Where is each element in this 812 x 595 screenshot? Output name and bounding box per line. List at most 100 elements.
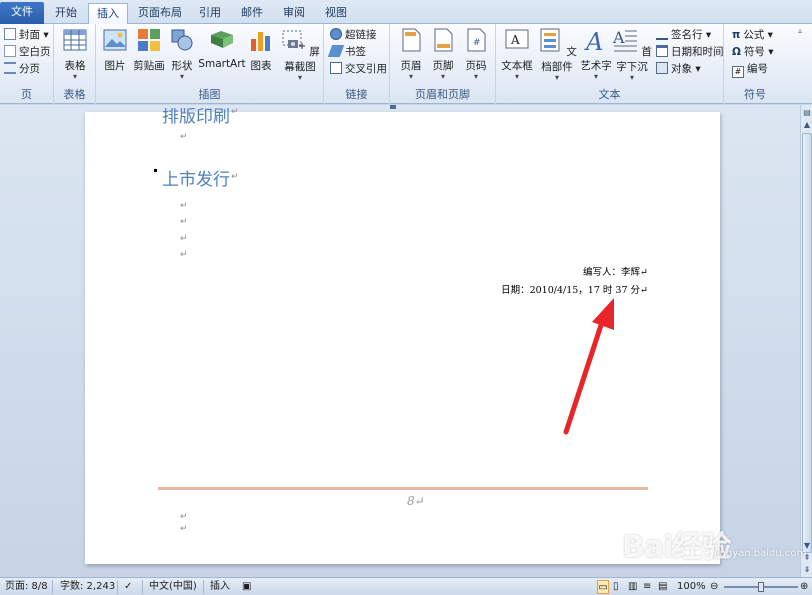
- footer-label: 页脚: [432, 60, 454, 72]
- svg-text:A: A: [612, 28, 625, 47]
- footer-icon: [434, 28, 453, 52]
- group-symbols: π 公式 ▾ Ω 符号 ▾ # 编号 符号: [724, 24, 786, 104]
- ruler-toggle-icon[interactable]: ▤: [802, 107, 812, 119]
- clipart-label: 剪贴画: [133, 60, 165, 72]
- hyperlink-label: 超链接: [345, 29, 377, 41]
- tab-references[interactable]: 引用: [192, 3, 228, 24]
- textbox-button[interactable]: A 文本框 ▾: [500, 27, 534, 81]
- paragraph-mark: ↵: [231, 172, 239, 182]
- ribbon-collapse-icon[interactable]: ▵: [798, 26, 808, 36]
- bookmark-icon: [327, 45, 345, 57]
- cross-reference-button[interactable]: 交叉引用: [330, 61, 387, 77]
- zoom-slider-thumb[interactable]: [758, 582, 764, 592]
- tab-page-layout[interactable]: 页面布局: [134, 3, 186, 24]
- date-time-button[interactable]: 日期和时间: [656, 44, 724, 60]
- equation-button[interactable]: π 公式 ▾: [732, 27, 773, 43]
- print-layout-icon[interactable]: ▭: [597, 580, 609, 594]
- status-insert-mode[interactable]: 插入: [210, 580, 230, 594]
- picture-button[interactable]: 图片: [100, 27, 130, 73]
- zoom-in-icon[interactable]: ⊕: [800, 580, 812, 594]
- picture-label: 图片: [104, 60, 126, 72]
- blank-page-button[interactable]: 空白页: [4, 44, 51, 60]
- tab-review[interactable]: 审阅: [276, 3, 312, 24]
- group-illustrations: 图片 剪贴画 形状 ▾ SmartArt 图表 屏幕截图 ▾ 插图: [96, 24, 324, 104]
- heading-main: 上市发行: [162, 170, 230, 190]
- cross-reference-label: 交叉引用: [345, 63, 387, 75]
- numbering-button[interactable]: # 编号: [732, 61, 768, 78]
- signature-line-label: 签名行: [671, 29, 703, 41]
- screenshot-button[interactable]: 屏幕截图 ▾: [278, 27, 322, 82]
- omega-icon: Ω: [732, 46, 741, 58]
- shapes-label: 形状: [171, 60, 193, 72]
- watermark-sub: jingyan.baidu.com: [714, 548, 807, 559]
- header-label: 页眉: [400, 60, 422, 72]
- signature-line-button[interactable]: 签名行 ▾: [656, 27, 711, 43]
- table-label: 表格: [64, 60, 86, 72]
- tab-file[interactable]: 文件: [0, 2, 44, 24]
- globe-link-icon: [330, 28, 342, 40]
- picture-icon: [103, 29, 127, 51]
- bookmark-button[interactable]: 书签: [327, 44, 366, 60]
- table-icon: [63, 29, 87, 51]
- bookmark-label: 书签: [345, 46, 366, 58]
- web-layout-icon[interactable]: ▥: [628, 580, 640, 594]
- group-text: A 文本框 ▾ 文档部件 ▾ A 艺术字 ▾ A 首字下沉 ▾ 签名行 ▾ 日期…: [496, 24, 724, 104]
- paragraph-mark: ↵: [180, 512, 188, 522]
- scroll-up-icon[interactable]: ▲: [802, 119, 812, 131]
- tab-insert[interactable]: 插入: [88, 3, 128, 25]
- hyperlink-button[interactable]: 超链接: [330, 27, 377, 43]
- tab-home[interactable]: 开始: [48, 3, 84, 24]
- table-button[interactable]: 表格 ▾: [60, 27, 90, 81]
- footer-page-number: 8↵: [407, 494, 425, 508]
- outline-view-icon[interactable]: ≡: [643, 580, 655, 594]
- footer-button[interactable]: 页脚 ▾: [428, 27, 458, 81]
- wordart-button[interactable]: A 艺术字 ▾: [580, 27, 612, 81]
- paragraph-mark: ↵: [180, 201, 188, 211]
- zoom-level[interactable]: 100%: [677, 580, 706, 594]
- status-page[interactable]: 页面: 8/8: [5, 580, 48, 594]
- smartart-button[interactable]: SmartArt: [198, 27, 246, 70]
- document-page[interactable]: 排版印刷 ↵ ↵ 上市发行 ↵ ↵ ↵ ↵ ↵ 编写人：李辉↵ 日期：2010/…: [85, 107, 720, 564]
- tab-mailings[interactable]: 邮件: [234, 3, 270, 24]
- status-language[interactable]: 中文(中国): [149, 580, 197, 594]
- drop-cap-button[interactable]: A 首字下沉 ▾: [612, 27, 652, 82]
- cover-page-button[interactable]: 封面 ▾: [4, 27, 49, 43]
- group-symbols-label: 符号: [744, 88, 766, 101]
- status-word-count[interactable]: 字数: 2,243: [60, 580, 115, 594]
- group-links: 超链接 书签 交叉引用 链接: [324, 24, 390, 104]
- pi-icon: π: [732, 29, 741, 41]
- calendar-icon: [656, 45, 668, 57]
- ruler-indent-marker[interactable]: [390, 105, 396, 109]
- page-number-button[interactable]: # 页码 ▾: [460, 27, 492, 81]
- object-icon: [656, 62, 668, 74]
- shapes-button[interactable]: 形状 ▾: [168, 27, 196, 81]
- scroll-thumb[interactable]: [802, 133, 812, 553]
- date-time-label: 日期和时间: [671, 46, 724, 58]
- clipart-button[interactable]: 剪贴画: [132, 27, 166, 73]
- chart-button[interactable]: 图表: [246, 27, 276, 73]
- draft-view-icon[interactable]: ▤: [658, 580, 670, 594]
- group-header-footer: 页眉 ▾ 页脚 ▾ # 页码 ▾ 页眉和页脚: [390, 24, 496, 104]
- clipart-icon: [138, 29, 160, 51]
- page-number-label: 页码: [465, 60, 487, 72]
- page-break-button[interactable]: 分页: [4, 61, 40, 77]
- symbol-button[interactable]: Ω 符号 ▾: [732, 44, 774, 60]
- textbox-label: 文本框: [501, 60, 533, 72]
- full-screen-reading-icon[interactable]: ▯: [613, 580, 625, 594]
- cover-page-label: 封面: [19, 29, 40, 41]
- group-tables: 表格 ▾ 表格: [54, 24, 96, 104]
- vertical-scrollbar[interactable]: ▤ ▲ ▼ ⇞ ⇟: [800, 105, 812, 577]
- macro-record-icon[interactable]: ▣: [242, 580, 254, 594]
- tab-view[interactable]: 视图: [318, 3, 354, 24]
- object-button[interactable]: 对象 ▾: [656, 61, 701, 77]
- header-button[interactable]: 页眉 ▾: [396, 27, 426, 81]
- paragraph-mark: ↵: [180, 524, 188, 534]
- quick-parts-button[interactable]: 文档部件 ▾: [536, 27, 578, 82]
- next-page-icon[interactable]: ⇟: [802, 564, 812, 576]
- zoom-out-icon[interactable]: ⊖: [710, 580, 722, 594]
- blank-page-label: 空白页: [19, 46, 51, 58]
- paragraph-mark: ↵: [180, 234, 188, 244]
- proofing-icon[interactable]: ✓: [124, 580, 136, 594]
- smartart-icon: [211, 31, 233, 48]
- group-pages-label: 页: [21, 88, 32, 101]
